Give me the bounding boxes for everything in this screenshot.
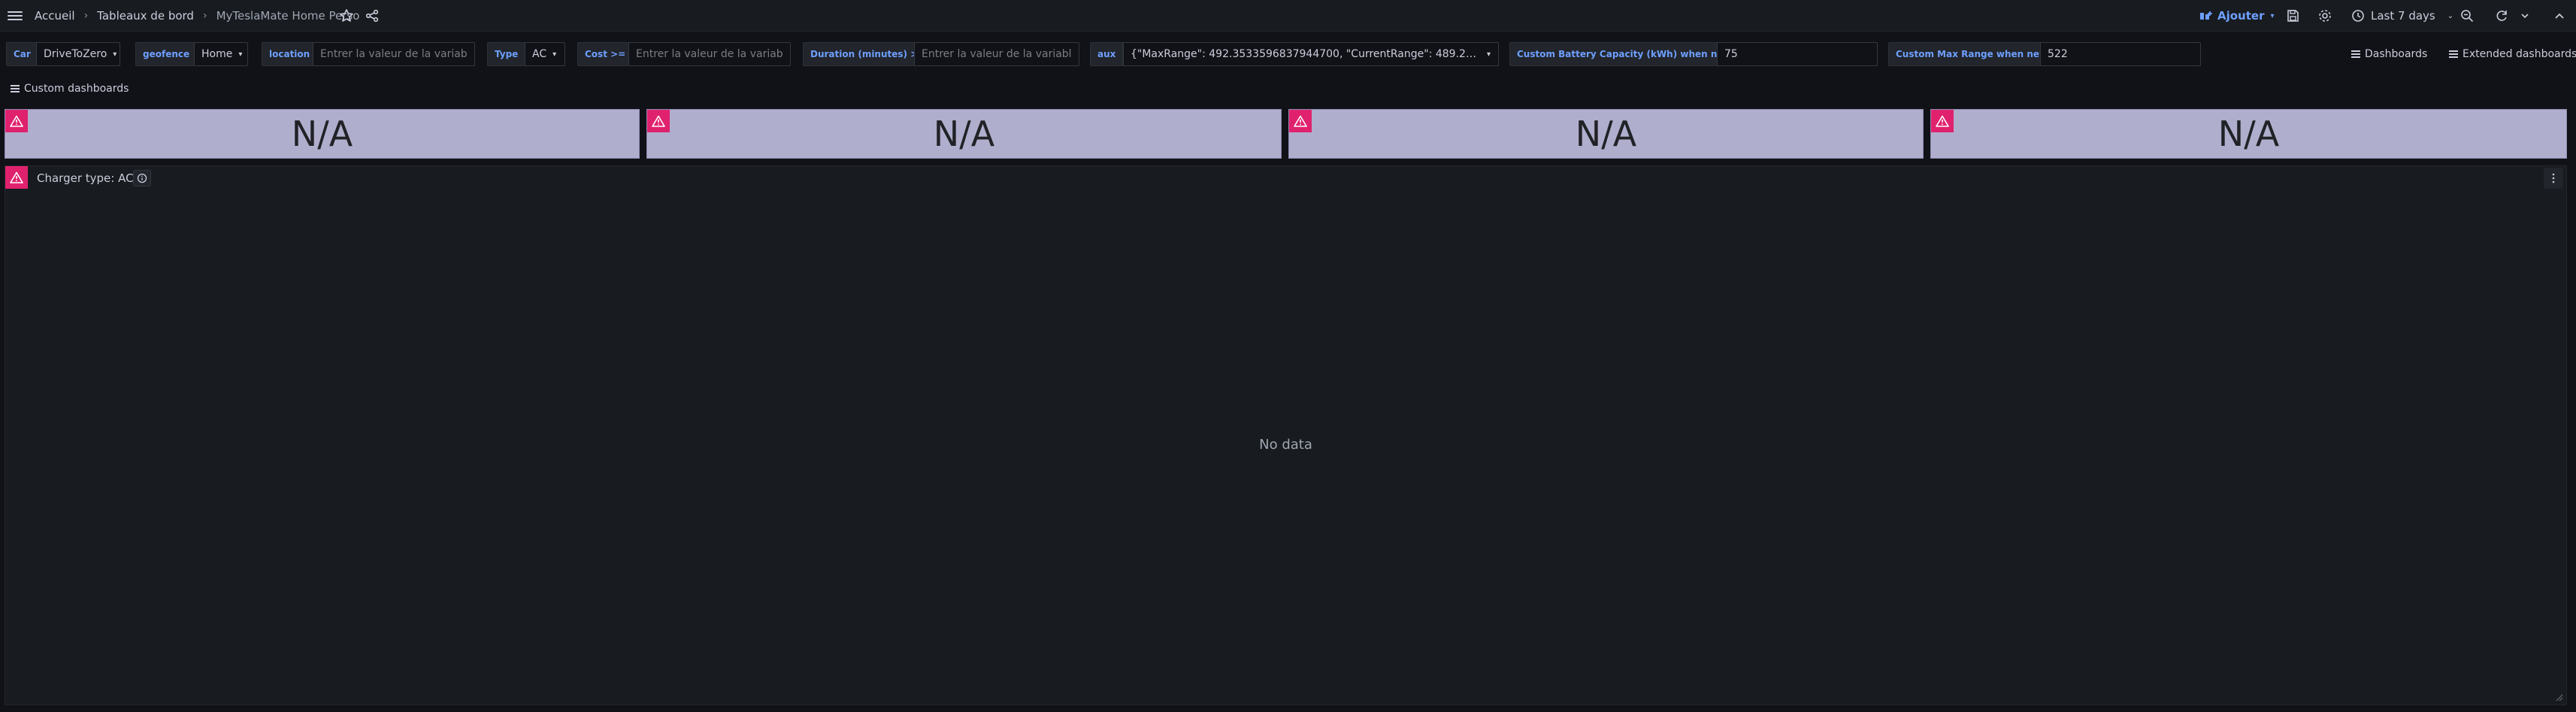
add-panel-icon <box>2200 11 2212 20</box>
panel-title: Charger type: AC <box>37 171 134 185</box>
warning-triangle-icon[interactable] <box>1931 110 1954 132</box>
car-select[interactable]: DriveToZero ▾ <box>36 42 120 66</box>
add-button[interactable]: Ajouter ▾ <box>2199 0 2275 32</box>
aux-select-value: {"MaxRange": 492.3533596837944700, "Curr… <box>1131 48 1481 60</box>
warning-triangle-icon[interactable] <box>5 166 28 189</box>
refresh-interval-chevron-icon[interactable] <box>2520 8 2530 23</box>
car-select-value: DriveToZero <box>44 48 107 60</box>
variables-bar: Car DriveToZero ▾ geofence Home ▾ locati… <box>0 42 2576 68</box>
breadcrumb-dashboards[interactable]: Tableaux de bord <box>97 9 194 23</box>
chevron-right-icon: › <box>202 10 207 22</box>
aux-select[interactable]: {"MaxRange": 492.3533596837944700, "Curr… <box>1123 42 1499 66</box>
battery-capacity-input[interactable] <box>1717 42 1878 66</box>
star-icon[interactable] <box>339 8 354 23</box>
share-icon[interactable] <box>365 8 380 23</box>
no-data-message: No data <box>1259 437 1312 453</box>
refresh-icon[interactable] <box>2494 8 2509 23</box>
cost-input[interactable] <box>628 42 791 66</box>
geofence-select[interactable]: Home ▾ <box>194 42 248 66</box>
info-icon[interactable] <box>133 170 151 186</box>
menu-lines-icon <box>11 83 20 94</box>
dashboards-link[interactable]: Dashboards <box>2351 42 2427 66</box>
stat-value: N/A <box>2217 114 2280 154</box>
add-button-label: Ajouter <box>2217 9 2265 23</box>
extended-dashboards-link-label: Extended dashboards <box>2462 48 2576 60</box>
clock-icon <box>2352 10 2364 22</box>
warning-triangle-icon[interactable] <box>5 110 28 132</box>
stat-value: N/A <box>291 114 353 154</box>
menu-lines-icon <box>2449 49 2458 59</box>
chevron-down-icon: ▾ <box>552 50 557 59</box>
zoom-out-icon[interactable] <box>2459 8 2475 23</box>
custom-dashboards-link[interactable]: Custom dashboards <box>11 78 129 99</box>
chevron-down-icon: ▾ <box>2270 11 2275 20</box>
time-range-label: Last 7 days <box>2371 9 2435 23</box>
variable-label-location: location <box>262 42 318 66</box>
variable-label-geofence: geofence <box>135 42 198 66</box>
panel-resize-handle-icon[interactable] <box>2556 694 2563 701</box>
time-range-picker[interactable]: Last 7 days ⌄ <box>2351 0 2453 32</box>
settings-gear-icon[interactable] <box>2317 8 2332 23</box>
variable-label-type: Type <box>487 42 526 66</box>
stat-panel-3: N/A <box>1288 109 1924 159</box>
stat-panel-4: N/A <box>1930 109 2567 159</box>
variable-label-battery-capacity: Custom Battery Capacity (kWh) when new <box>1509 42 1739 66</box>
stat-value: N/A <box>1575 114 1637 154</box>
collapse-chevron-up-icon[interactable] <box>2552 8 2567 23</box>
breadcrumb-home[interactable]: Accueil <box>35 9 75 23</box>
chevron-down-icon: ▾ <box>238 50 243 59</box>
breadcrumb: Accueil › Tableaux de bord › MyTeslaMate… <box>35 0 359 32</box>
charger-type-panel: Charger type: AC No data <box>5 165 2567 705</box>
geofence-select-value: Home <box>201 48 233 60</box>
type-select-value: AC <box>532 48 547 60</box>
chevron-down-icon: ▾ <box>1487 50 1491 59</box>
stat-panel-2: N/A <box>646 109 1282 159</box>
menu-icon[interactable] <box>8 9 23 23</box>
variable-label-cost: Cost >= <box>577 42 634 66</box>
location-input[interactable] <box>313 42 475 66</box>
variable-label-max-range: Custom Max Range when new <box>1888 42 2056 66</box>
top-navigation-bar: Accueil › Tableaux de bord › MyTeslaMate… <box>0 0 2576 32</box>
stat-value: N/A <box>933 114 995 154</box>
stat-panel-1: N/A <box>5 109 640 159</box>
chevron-right-icon: › <box>83 10 89 22</box>
chevron-down-icon: ⌄ <box>2447 11 2454 20</box>
menu-lines-icon <box>2351 49 2360 59</box>
variable-label-car: Car <box>6 42 38 66</box>
type-select[interactable]: AC ▾ <box>525 42 565 66</box>
max-range-input[interactable] <box>2040 42 2201 66</box>
warning-triangle-icon[interactable] <box>647 110 670 132</box>
variable-label-aux: aux <box>1090 42 1124 66</box>
duration-input[interactable] <box>914 42 1079 66</box>
chevron-down-icon: ▾ <box>113 50 117 59</box>
extended-dashboards-link[interactable]: Extended dashboards <box>2449 42 2576 66</box>
save-icon[interactable] <box>2285 8 2300 23</box>
warning-triangle-icon[interactable] <box>1289 110 1312 132</box>
breadcrumb-current: MyTeslaMate Home Perso <box>216 9 360 23</box>
dashboards-link-label: Dashboards <box>2365 48 2428 60</box>
panel-menu-kebab-icon[interactable] <box>2544 168 2563 189</box>
custom-dashboards-link-label: Custom dashboards <box>24 83 129 95</box>
